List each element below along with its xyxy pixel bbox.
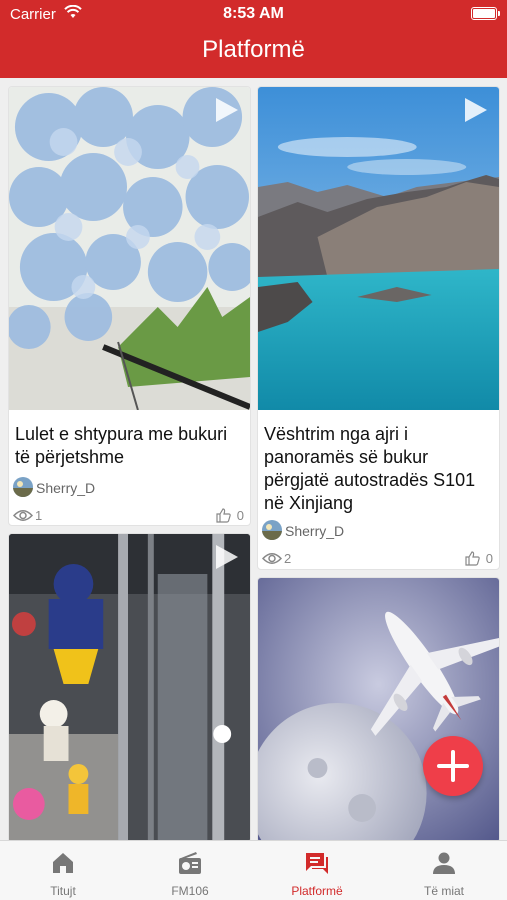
radio-icon (177, 850, 203, 876)
likes-value: 0 (485, 551, 493, 566)
feed-card[interactable]: Lulet e shtypura me bukuri të përjetshme… (8, 86, 251, 526)
tab-label: Platformë (291, 884, 343, 898)
tab-te-miat[interactable]: Të miat (381, 841, 507, 900)
views-value: 1 (35, 508, 43, 523)
eye-icon (12, 509, 34, 525)
thumbs-up-icon (216, 508, 231, 525)
card-stats: 2 0 (261, 550, 493, 569)
play-icon (216, 545, 238, 569)
views-value: 2 (284, 551, 292, 566)
thumbs-up-icon (465, 551, 480, 569)
card-thumbnail[interactable] (9, 534, 250, 842)
add-post-button[interactable] (423, 736, 483, 796)
home-icon (50, 850, 76, 876)
card-thumbnail[interactable] (9, 87, 250, 410)
play-icon (216, 98, 238, 122)
person-icon (431, 850, 457, 876)
author-name: Sherry_D (285, 523, 345, 539)
card-stats: 1 0 (12, 507, 244, 525)
feed-card[interactable] (8, 533, 251, 843)
tab-label: Titujt (50, 884, 76, 898)
feed-card[interactable]: Vështrim nga ajri i panoramës së bukur p… (257, 86, 500, 570)
tab-bar: Titujt FM106 Platformë Të miat (0, 840, 507, 900)
tab-fm106[interactable]: FM106 (127, 841, 253, 900)
card-thumbnail[interactable] (258, 578, 499, 842)
page-title: Platformë (202, 36, 305, 63)
card-title: Vështrim nga ajri i panoramës së bukur p… (264, 424, 476, 513)
app-header: Carrier 8:53 AM Platformë (0, 0, 507, 78)
tab-platforme[interactable]: Platformë (254, 841, 380, 900)
status-time: 8:53 AM (223, 5, 284, 22)
eye-icon (261, 552, 283, 568)
status-bar: Carrier 8:53 AM (0, 0, 507, 28)
avatar (13, 477, 33, 497)
tab-label: FM106 (171, 884, 209, 898)
chat-icon (304, 850, 330, 876)
card-title: Lulet e shtypura me bukuri të përjetshme (15, 424, 228, 467)
battery-icon (471, 7, 500, 20)
tab-titujt[interactable]: Titujt (0, 841, 126, 900)
tab-label: Të miat (423, 884, 464, 898)
card-thumbnail[interactable] (258, 87, 499, 410)
feed-card[interactable] (257, 577, 500, 843)
author-name: Sherry_D (36, 480, 96, 496)
play-icon (465, 98, 487, 122)
likes-value: 0 (236, 508, 244, 523)
avatar (262, 520, 282, 540)
